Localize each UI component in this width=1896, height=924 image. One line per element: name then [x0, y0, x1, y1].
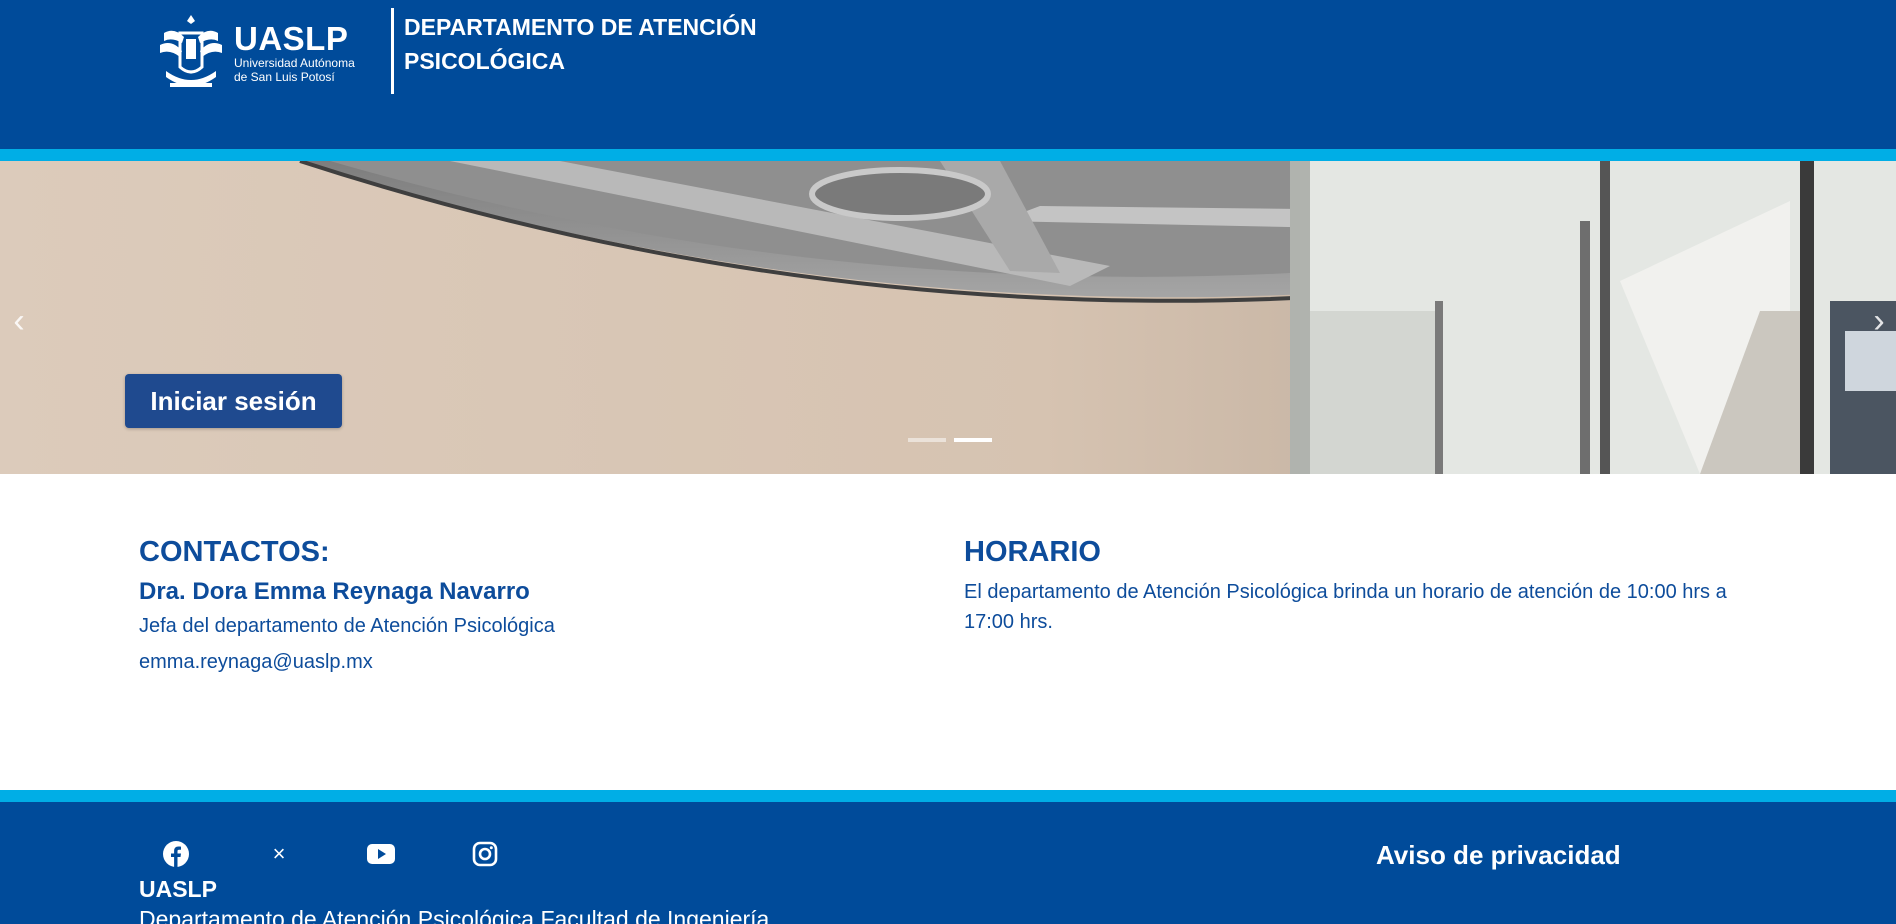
instagram-icon[interactable] — [469, 838, 501, 870]
schedule-text: El departamento de Atención Psicológica … — [964, 581, 1727, 633]
carousel-next-icon[interactable]: › — [1864, 301, 1894, 341]
logo-text: UASLP Universidad Autónoma de San Luis P… — [234, 20, 355, 85]
logo-subtitle-line2: de San Luis Potosí — [234, 70, 335, 84]
site-header: UASLP Universidad Autónoma de San Luis P… — [0, 0, 1896, 149]
hero-carousel: ‹ › Iniciar sesión — [0, 161, 1896, 474]
carousel-prev-icon[interactable]: ‹ — [4, 301, 34, 341]
contacts-section: CONTACTOS: Dra. Dora Emma Reynaga Navarr… — [139, 533, 839, 677]
x-glyph: × — [272, 841, 286, 866]
contact-email-link[interactable]: emma.reynaga@uaslp.mx — [139, 647, 839, 677]
logo-subtitle-line1: Universidad Autónoma — [234, 56, 355, 70]
carousel-indicator-1[interactable] — [908, 438, 946, 442]
department-title-line1: DEPARTAMENTO DE ATENCIÓN — [404, 14, 757, 40]
schedule-section: HORARIO El departamento de Atención Psic… — [964, 533, 1764, 637]
contact-name: Dra. Dora Emma Reynaga Navarro — [139, 578, 530, 605]
footer-org-name: UASLP — [139, 876, 217, 902]
privacy-notice-link[interactable]: Aviso de privacidad — [1376, 838, 1621, 872]
site-footer: × UASLP Departamento de Atención Psicoló… — [0, 802, 1896, 924]
footer-address: Departamento de Atención Psicológica Fac… — [139, 906, 770, 924]
header-accent-stripe — [0, 149, 1896, 161]
department-title: DEPARTAMENTO DE ATENCIÓN PSICOLÓGICA — [404, 10, 804, 78]
carousel-indicator-2[interactable] — [954, 438, 992, 442]
logo-name: UASLP — [234, 20, 349, 57]
header-divider — [391, 8, 394, 94]
x-icon[interactable]: × — [263, 838, 295, 870]
footer-accent-stripe — [0, 790, 1896, 802]
youtube-icon[interactable] — [365, 838, 397, 870]
carousel-indicators — [908, 438, 992, 442]
schedule-heading: HORARIO — [964, 536, 1101, 568]
contacts-heading: CONTACTOS: — [139, 536, 330, 568]
contact-role: Jefa del departamento de Atención Psicol… — [139, 615, 555, 637]
department-title-line2: PSICOLÓGICA — [404, 48, 566, 74]
uaslp-emblem-icon — [160, 15, 222, 87]
login-button[interactable]: Iniciar sesión — [125, 374, 342, 428]
uaslp-logo[interactable]: UASLP Universidad Autónoma de San Luis P… — [156, 10, 366, 96]
facebook-icon[interactable] — [160, 838, 192, 870]
